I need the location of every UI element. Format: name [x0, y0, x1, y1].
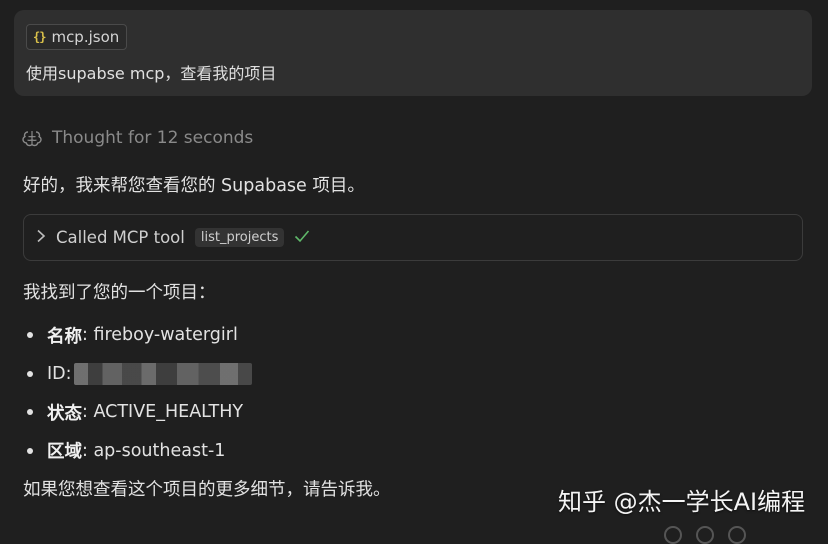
detail-key: 区域 [47, 442, 82, 463]
attachment-chip[interactable]: {} mcp.json [26, 24, 128, 50]
watermark: 知乎 @杰一学长AI编程 [558, 488, 806, 516]
redacted-id-blur [73, 362, 252, 385]
detail-item-id: ID : [23, 355, 252, 394]
json-file-icon: {} [33, 30, 46, 44]
tool-call-label: Called MCP tool [56, 228, 185, 247]
tool-call-panel[interactable]: Called MCP tool list_projects [23, 214, 803, 261]
detail-key: ID [47, 363, 66, 384]
brain-icon [22, 131, 42, 147]
detail-item-status: 状态 : ACTIVE_HEALTHY [23, 393, 252, 432]
action-icon[interactable] [664, 526, 682, 544]
detail-key: 名称 [47, 326, 82, 347]
detail-value: : fireboy-watergirl [82, 325, 238, 346]
detail-value: : ACTIVE_HEALTHY [82, 402, 244, 423]
user-message-bubble: {} mcp.json 使用supabse mcp，查看我的项目 [14, 10, 812, 96]
detail-key: 状态 [47, 403, 82, 424]
detail-item-name: 名称 : fireboy-watergirl [23, 316, 252, 355]
tool-name-chip: list_projects [194, 228, 285, 247]
detail-value: : ap-southeast-1 [82, 440, 226, 461]
found-summary: 我找到了您的一个项目： [23, 283, 216, 303]
detail-value: : [65, 363, 72, 384]
assistant-closing: 如果您想查看这个项目的更多细节，请告诉我。 [23, 480, 391, 500]
assistant-intro: 好的，我来帮您查看您的 Supabase 项目。 [23, 176, 365, 196]
project-details-list: 名称 : fireboy-watergirl ID : 状态 : ACTIVE_… [23, 316, 252, 470]
thought-label: Thought for 12 seconds [52, 128, 254, 148]
detail-item-region: 区域 : ap-southeast-1 [23, 432, 252, 471]
message-actions [664, 526, 746, 544]
chevron-right-icon [36, 229, 48, 247]
action-icon[interactable] [728, 526, 746, 544]
user-message-text: 使用supabse mcp，查看我的项目 [26, 64, 277, 83]
thought-toggle[interactable]: Thought for 12 seconds [22, 126, 253, 150]
checkmark-icon [294, 228, 310, 248]
attachment-name: mcp.json [51, 28, 120, 46]
action-icon[interactable] [696, 526, 714, 544]
